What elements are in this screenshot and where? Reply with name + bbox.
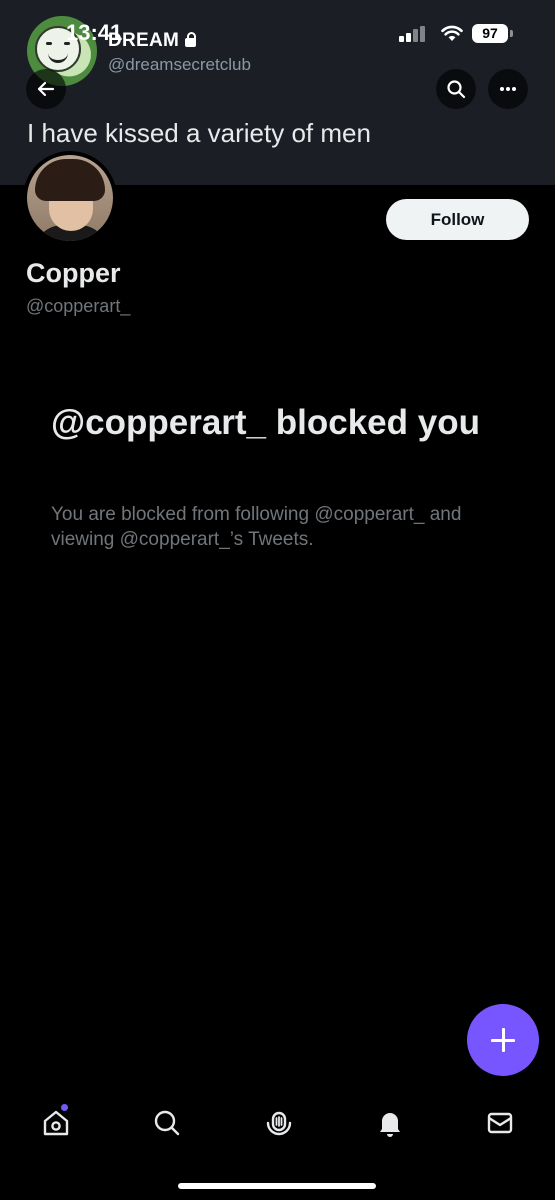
spaces-icon: [266, 1111, 292, 1136]
wifi-icon: [441, 25, 463, 41]
profile-handle: @copperart_: [26, 296, 131, 316]
search-icon: [447, 80, 466, 99]
banner-tweet-text: I have kissed a variety of men: [27, 118, 371, 148]
home-icon: [43, 1110, 69, 1136]
tab-home[interactable]: [38, 1105, 74, 1141]
tab-notifications[interactable]: [372, 1105, 408, 1141]
profile-photo: [27, 155, 113, 241]
more-icon: [500, 87, 516, 91]
back-button[interactable]: [26, 69, 66, 109]
blocked-description: You are blocked from following @copperar…: [51, 504, 462, 550]
search-icon: [154, 1110, 180, 1136]
home-indicator[interactable]: [178, 1183, 376, 1189]
plus-icon: [491, 1028, 515, 1052]
profile-avatar[interactable]: [23, 151, 117, 245]
blocked-title: @copperart_ blocked you: [51, 403, 480, 442]
more-options-button[interactable]: [488, 69, 528, 109]
battery-tip: [510, 30, 513, 37]
battery-indicator: 97: [472, 24, 508, 43]
bell-icon: [380, 1113, 400, 1137]
compose-tweet-button[interactable]: [467, 1004, 539, 1076]
follow-button[interactable]: Follow: [386, 199, 529, 240]
back-arrow-icon: [37, 81, 55, 97]
search-button[interactable]: [436, 69, 476, 109]
mail-icon: [487, 1112, 513, 1134]
lock-icon: [185, 32, 197, 47]
tab-messages[interactable]: [482, 1105, 518, 1141]
status-time: 13:41: [66, 20, 123, 45]
signal-icon: [399, 26, 429, 42]
home-notification-dot: [61, 1104, 68, 1111]
tab-spaces[interactable]: [261, 1105, 297, 1141]
bottom-tab-bar: [0, 1090, 555, 1160]
banner-account-handle: @dreamsecretclub: [108, 55, 251, 74]
profile-name: Copper: [26, 258, 121, 288]
tab-search[interactable]: [149, 1105, 185, 1141]
